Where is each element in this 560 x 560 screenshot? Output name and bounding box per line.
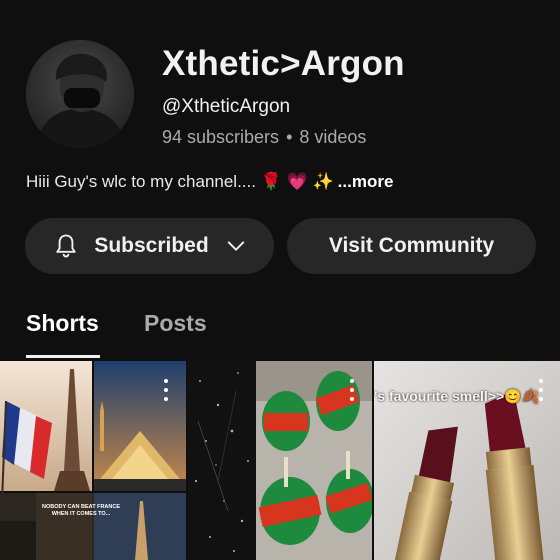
active-tab-indicator [26, 355, 100, 358]
tab-shorts[interactable]: Shorts [26, 310, 99, 337]
more-vert-icon[interactable] [538, 379, 544, 401]
description-text: Hiii Guy's wlc to my channel.... 🌹 💗 ✨ [26, 172, 334, 191]
short-thumbnail-lipstick[interactable]: 's favourite smell>>😊🍂 [374, 361, 560, 560]
channel-tabs: Shorts Posts [0, 296, 560, 360]
crackers-image [188, 361, 372, 560]
short-thumbnail-crackers[interactable] [188, 361, 372, 560]
channel-handle: @XtheticArgon [162, 96, 291, 117]
chevron-down-icon [227, 241, 244, 251]
more-vert-icon[interactable] [349, 379, 355, 401]
channel-description[interactable]: Hiii Guy's wlc to my channel.... 🌹 💗 ✨..… [26, 172, 393, 192]
video-count: 8 videos [299, 127, 367, 147]
channel-stats: 94 subscribers • 8 videos [162, 127, 366, 148]
short-caption: 's favourite smell>>😊🍂 [374, 388, 540, 404]
avatar-image [26, 40, 134, 148]
tab-posts[interactable]: Posts [144, 310, 207, 337]
visit-community-button[interactable]: Visit Community [287, 218, 536, 274]
short-thumbnail-paris[interactable]: NOBODY CAN BEAT FRANCE WHEN IT COMES TO.… [0, 361, 186, 560]
subscribed-label: Subscribed [94, 234, 209, 257]
channel-name: Xthetic>Argon [162, 44, 405, 83]
channel-header: Xthetic>Argon @XtheticArgon 94 subscribe… [0, 0, 560, 210]
bell-icon [56, 234, 76, 258]
visit-community-label: Visit Community [328, 234, 495, 257]
more-vert-icon[interactable] [163, 379, 169, 401]
subscriber-count: 94 subscribers [162, 127, 280, 147]
short-caption: NOBODY CAN BEAT FRANCE WHEN IT COMES TO.… [41, 504, 121, 517]
stats-separator: • [286, 127, 293, 147]
channel-avatar[interactable] [26, 40, 134, 148]
paris-collage-image [0, 361, 186, 560]
more-link[interactable]: ...more [338, 172, 394, 191]
shorts-grid: NOBODY CAN BEAT FRANCE WHEN IT COMES TO.… [0, 361, 560, 560]
subscribed-button[interactable]: Subscribed [25, 218, 274, 274]
